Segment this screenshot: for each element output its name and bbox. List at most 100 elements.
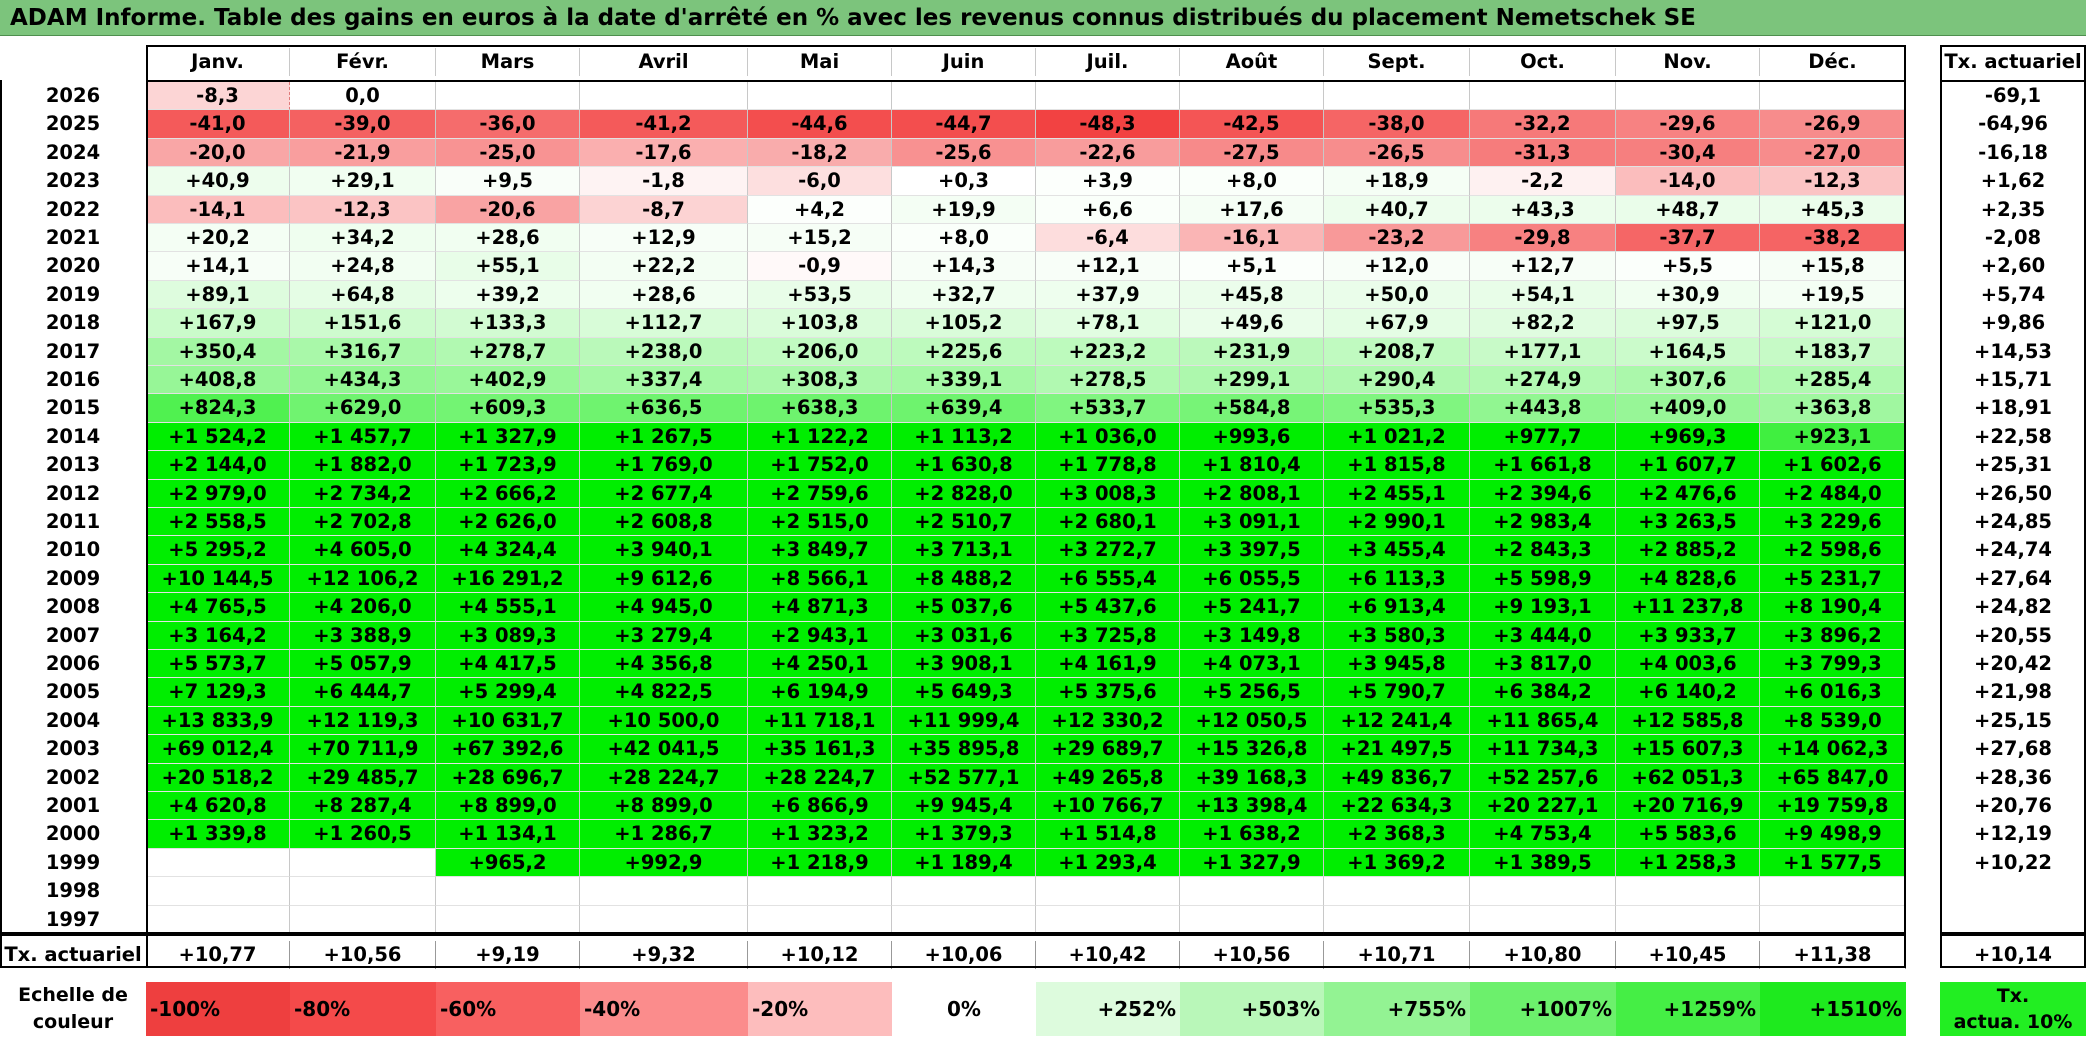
heatmap-cell: +54,1 [1470,280,1616,310]
heatmap-cell: +6 913,4 [1324,593,1470,622]
heatmap-cell: +29,1 [290,167,436,196]
heatmap-cell: +5 231,7 [1760,564,1906,594]
heatmap-cell: +32,7 [892,280,1036,310]
heatmap-cell: +9 612,6 [580,564,748,594]
heatmap-cell: +2 677,4 [580,479,748,508]
heatmap-cell [146,848,290,878]
color-scale-label: Echelle de couleur [0,980,146,1037]
heatmap-cell: +3 279,4 [580,621,748,650]
heatmap-cell: +285,4 [1760,366,1906,395]
heatmap-cell: +3 933,7 [1616,621,1760,650]
heatmap-cell: +22,2 [580,252,748,281]
heatmap-cell: +290,4 [1324,366,1470,395]
heatmap-cell: +15 607,3 [1616,735,1760,764]
heatmap-cell: +3 031,6 [892,621,1036,650]
month-header: Févr. [290,48,436,77]
heatmap-cell: +4 605,0 [290,536,436,565]
heatmap-cell: +55,1 [436,252,580,281]
annual-rate-value: +20,55 [1973,623,2053,647]
footer-rule [0,966,1906,968]
heatmap-cell: +12,9 [580,224,748,253]
year-label: 2014 [45,424,101,448]
year-label: 2003 [45,737,101,761]
color-scale-rate-line2: actua. 10% [1953,1011,2073,1033]
heatmap-cell: -44,6 [748,110,892,139]
heatmap-cell: -1,8 [580,167,748,196]
heatmap-cell: +3 229,6 [1760,508,1906,537]
month-header: Janv. [146,48,290,77]
heatmap-cell: +6 444,7 [290,678,436,707]
heatmap-cell: +639,4 [892,394,1036,423]
heatmap-cell: +19,5 [1760,280,1906,310]
heatmap-cell: +1 577,5 [1760,848,1906,878]
heatmap-cell: +6 555,4 [1036,564,1180,594]
heatmap-cell: +28,6 [436,224,580,253]
heatmap-cell: +121,0 [1760,309,1906,338]
heatmap-cell: +3 388,9 [290,621,436,650]
color-scale-stop: -20% [748,982,892,1036]
year-label: 1998 [45,879,101,903]
heatmap-cell: -26,9 [1760,110,1906,139]
heatmap-cell: +337,4 [580,366,748,395]
heatmap-cell: +3 725,8 [1036,621,1180,650]
heatmap-cell: +1 810,4 [1180,451,1324,480]
heatmap-cell: +4 324,4 [436,536,580,565]
heatmap-cell: +18,9 [1324,167,1470,196]
header-rule [1940,80,2086,82]
heatmap-cell: -17,6 [580,138,748,168]
annual-rate-value: +2,35 [1980,197,2046,221]
heatmap-cell: +48,7 [1616,195,1760,224]
heatmap-cell: +11 865,4 [1470,706,1616,736]
color-scale-label-line1: Echelle de [18,984,128,1006]
heatmap-cell: +3 091,1 [1180,508,1324,537]
year-label: 2007 [45,623,101,647]
annual-rate-value: +25,15 [1973,708,2053,732]
heatmap-cell: +5,1 [1180,252,1324,281]
heatmap-cell: +15,8 [1760,252,1906,281]
heatmap-cell: +3 164,2 [146,621,290,650]
heatmap-cell: +28 696,7 [436,763,580,792]
heatmap-cell: +22 634,3 [1324,792,1470,821]
heatmap-cell: +4 555,1 [436,593,580,622]
heatmap-cell: +28 224,7 [748,763,892,792]
heatmap-cell [436,82,580,111]
heatmap-cell: +29 485,7 [290,763,436,792]
annual-rate-value: +2,60 [1980,254,2046,278]
heatmap-cell: +9,5 [436,167,580,196]
heatmap-cell: -6,0 [748,167,892,196]
heatmap-cell: -12,3 [1760,167,1906,196]
heatmap-cell: -20,0 [146,138,290,168]
heatmap-cell: +167,9 [146,309,290,338]
heatmap-cell: +21 497,5 [1324,735,1470,764]
heatmap-cell: +45,3 [1760,195,1906,224]
color-scale-stop: +755% [1324,982,1470,1036]
year-label: 2025 [45,112,101,136]
heatmap-cell: +12 106,2 [290,564,436,594]
heatmap-cell: -30,4 [1616,138,1760,168]
heatmap-cell: +6,6 [1036,195,1180,224]
heatmap-cell: +20 227,1 [1470,792,1616,821]
heatmap-cell: +969,3 [1616,422,1760,452]
heatmap-cell: +78,1 [1036,309,1180,338]
heatmap-cell: +10 766,7 [1036,792,1180,821]
heatmap-cell [748,82,892,111]
heatmap-cell: +65 847,0 [1760,763,1906,792]
heatmap-cell: +2 368,3 [1324,820,1470,849]
heatmap-cell [1180,877,1324,906]
heatmap-cell: +12 241,4 [1324,706,1470,736]
annual-rate-value: -64,96 [1978,112,2048,136]
heatmap-cell: +7 129,3 [146,678,290,707]
heatmap-cell: +12,0 [1324,252,1470,281]
heatmap-cell: +2 979,0 [146,479,290,508]
annual-rate-value: +24,74 [1973,538,2053,562]
heatmap-cell: -23,2 [1324,224,1470,253]
heatmap-cell: +2 558,5 [146,508,290,537]
heatmap-cell: +923,1 [1760,422,1906,452]
year-label: 2009 [45,566,101,590]
heatmap-cell: +6 194,9 [748,678,892,707]
heatmap-cell: +89,1 [146,280,290,310]
heatmap-cell: +274,9 [1470,366,1616,395]
heatmap-cell: +8 566,1 [748,564,892,594]
annual-rate-value: +26,50 [1973,481,2053,505]
heatmap-cell: +2 394,6 [1470,479,1616,508]
